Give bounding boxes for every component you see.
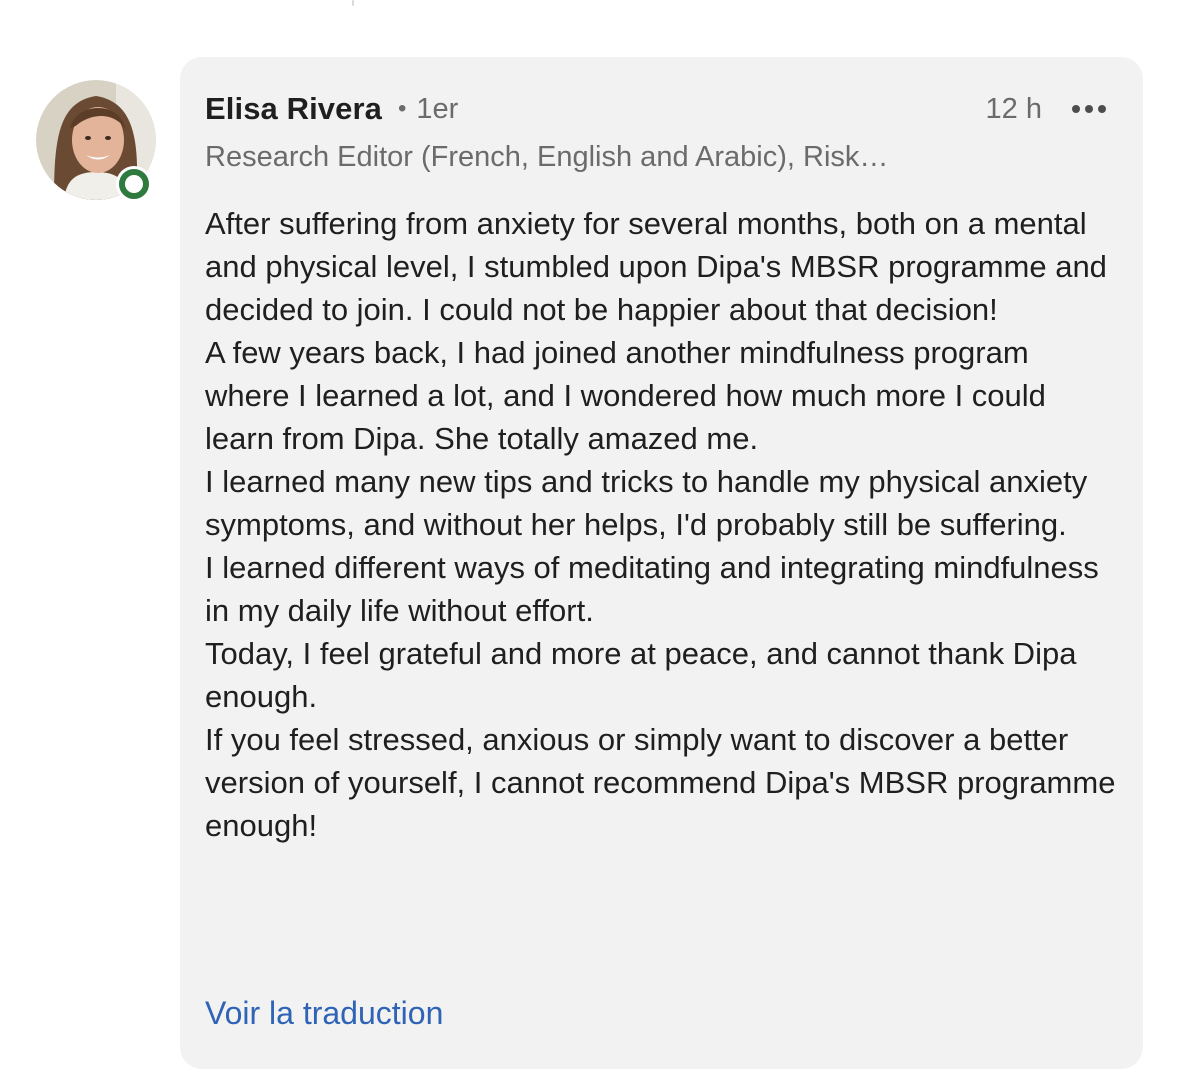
author-headline[interactable]: Research Editor (French, English and Ara…: [205, 137, 1035, 177]
comment-paragraph: After suffering from anxiety for several…: [205, 206, 1107, 327]
author-avatar[interactable]: [36, 80, 156, 202]
connection-degree: 1er: [416, 92, 459, 125]
dot-separator-icon: •: [397, 95, 407, 122]
more-dot: [1098, 105, 1106, 113]
comment-paragraph: A few years back, I had joined another m…: [205, 335, 1046, 456]
more-options-icon[interactable]: [1070, 99, 1108, 119]
thread-connector-line: [352, 0, 354, 6]
comment-paragraph: I learned many new tips and tricks to ha…: [205, 464, 1088, 542]
comment-paragraph: Today, I feel grateful and more at peace…: [205, 636, 1077, 714]
author-name[interactable]: Elisa Rivera: [205, 91, 382, 127]
comment-card: Elisa Rivera • 1er 12 h Research Editor …: [180, 57, 1143, 1069]
comment-paragraph: I learned different ways of meditating a…: [205, 550, 1099, 628]
online-status-icon: [116, 166, 152, 202]
comment-header: Elisa Rivera • 1er 12 h: [205, 87, 1108, 131]
more-dot: [1072, 105, 1080, 113]
comment-timestamp: 12 h: [985, 92, 1042, 125]
comment-body: After suffering from anxiety for several…: [205, 202, 1120, 847]
more-dot: [1085, 105, 1093, 113]
comment-paragraph: If you feel stressed, anxious or simply …: [205, 722, 1116, 843]
online-status-ring: [119, 169, 149, 199]
see-translation-link[interactable]: Voir la traduction: [205, 992, 443, 1034]
